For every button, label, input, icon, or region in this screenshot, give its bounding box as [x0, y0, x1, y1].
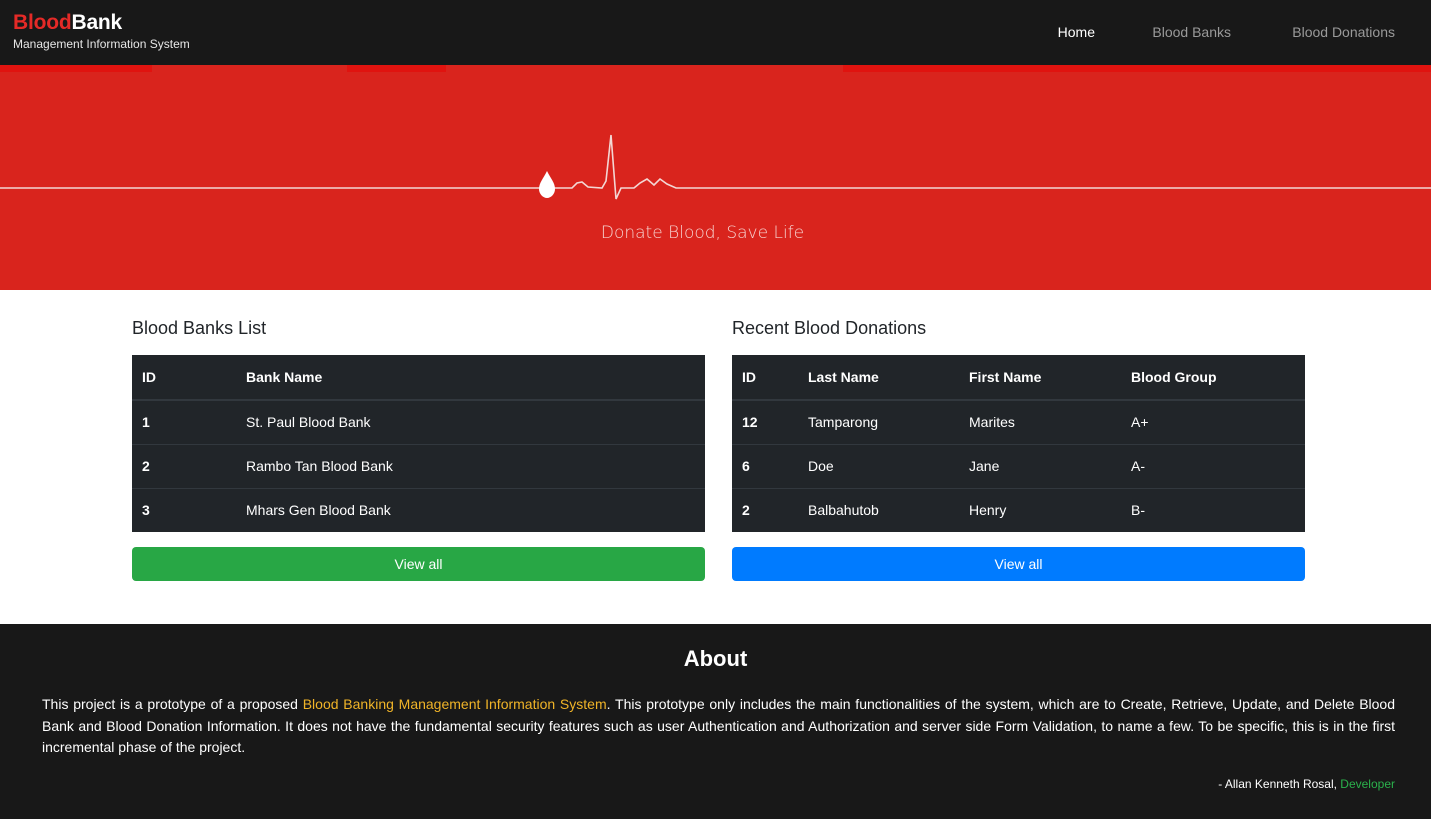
nav-blood-donations[interactable]: Blood Donations [1292, 24, 1395, 40]
first-name-cell: Jane [959, 443, 1121, 488]
credit-role: Developer [1340, 777, 1395, 791]
nav-home[interactable]: Home [1058, 24, 1095, 40]
about-section: About This project is a prototype of a p… [0, 624, 1431, 819]
blood-group-cell: B- [1121, 487, 1305, 532]
last-name-cell: Doe [798, 443, 959, 488]
brand-title-bank: Bank [71, 11, 123, 34]
about-highlight: Blood Banking Management Information Sys… [302, 696, 607, 712]
about-text-intro: This project is a prototype of a propose… [42, 696, 303, 712]
last-name-cell: Tamparong [808, 414, 879, 431]
column-header: First Name [959, 355, 1121, 401]
table-row: 12 Tamparong Marites A+ [732, 400, 1305, 444]
first-name-cell: Henry [959, 487, 1121, 532]
view-all-banks-button[interactable]: View all [132, 547, 705, 581]
bank-name-cell: Rambo Tan Blood Bank [236, 443, 705, 488]
table-row: 6 Doe Jane A- [732, 443, 1305, 488]
view-all-donations-button[interactable]: View all [732, 547, 1305, 581]
blood-drop-icon [539, 171, 555, 198]
brand-logo[interactable]: BloodBank Management Information System [13, 10, 190, 51]
brand-subtitle: Management Information System [13, 37, 190, 51]
table-row: 2 Balbahutob Henry B- [732, 487, 1305, 532]
hero-banner: Donate Blood, Save Life [0, 65, 1431, 290]
column-header: Last Name [798, 355, 959, 401]
table-row: 2 Rambo Tan Blood Bank [132, 443, 705, 488]
column-header: Blood Group [1121, 355, 1305, 401]
bank-id-cell: 1 [142, 414, 150, 431]
table-row: 1 St. Paul Blood Bank [132, 400, 705, 444]
first-name-cell: Marites [969, 414, 1015, 431]
recent-donations-title: Recent Blood Donations [732, 318, 927, 338]
nav-blood-banks[interactable]: Blood Banks [1152, 24, 1231, 40]
blood-group-cell: A- [1121, 443, 1305, 488]
table-row: 3 Mhars Gen Blood Bank [132, 487, 705, 532]
table-header-row: ID Bank Name [132, 355, 705, 401]
about-title: About [683, 646, 748, 671]
bank-id-cell: 3 [132, 487, 236, 532]
donation-id-cell: 12 [742, 414, 758, 431]
navbar: BloodBank Management Information System … [0, 0, 1431, 65]
table-header-row: ID Last Name First Name Blood Group [732, 355, 1305, 401]
blood-group-cell: A+ [1131, 414, 1149, 431]
bank-id-cell: 2 [132, 443, 236, 488]
donation-id-cell: 2 [732, 487, 798, 532]
column-header: ID [132, 355, 236, 401]
hero-tagline: Donate Blood, Save Life [600, 223, 805, 243]
credit-name: - Allan Kenneth Rosal, [1218, 777, 1341, 791]
about-text: This project is a prototype of a propose… [42, 694, 1395, 759]
blood-banks-table: ID Bank Name 1 St. Paul Blood Bank 2 Ram… [132, 355, 705, 532]
bank-name-cell: St. Paul Blood Bank [246, 414, 371, 431]
brand-title-blood: Blood [13, 11, 72, 34]
developer-credit: - Allan Kenneth Rosal, Developer [1218, 777, 1395, 791]
column-header: ID [732, 355, 798, 401]
column-header: Bank Name [236, 355, 705, 401]
heartbeat-line-graphic [0, 134, 1431, 200]
last-name-cell: Balbahutob [798, 487, 959, 532]
recent-donations-table: ID Last Name First Name Blood Group 12 T… [732, 355, 1305, 532]
bank-name-cell: Mhars Gen Blood Bank [236, 487, 705, 532]
donation-id-cell: 6 [732, 443, 798, 488]
brand-title: BloodBank [13, 10, 190, 36]
blood-banks-title: Blood Banks List [132, 318, 267, 338]
